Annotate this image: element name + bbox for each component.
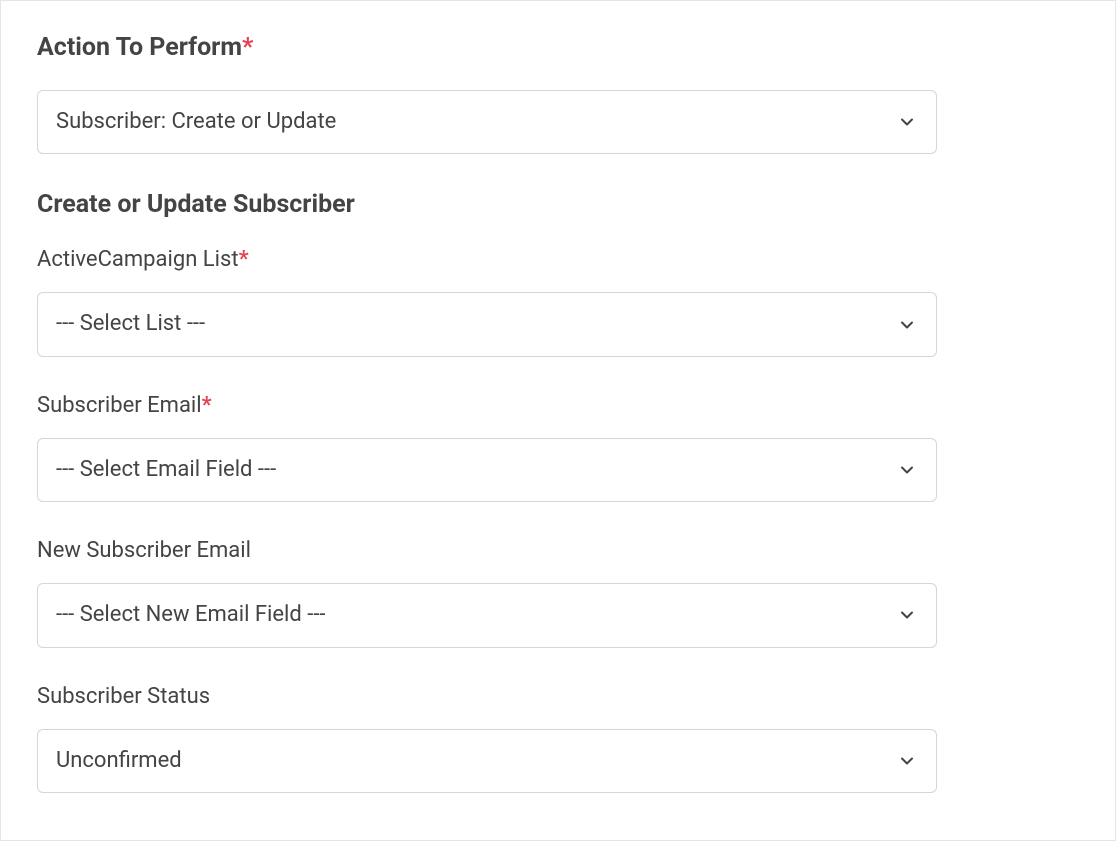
email-label: Subscriber Email*	[37, 393, 1079, 418]
email-label-text: Subscriber Email	[37, 393, 202, 418]
required-marker: *	[242, 33, 253, 62]
list-select[interactable]: --- Select List ---	[37, 292, 937, 356]
list-field-group: ActiveCampaign List* --- Select List ---	[37, 247, 1079, 356]
form-panel: Action To Perform* Subscriber: Create or…	[0, 0, 1116, 841]
status-select[interactable]: Unconfirmed	[37, 729, 937, 793]
list-select-wrap: --- Select List ---	[37, 292, 937, 356]
status-label: Subscriber Status	[37, 684, 1079, 709]
email-select[interactable]: --- Select Email Field ---	[37, 438, 937, 502]
status-field-group: Subscriber Status Unconfirmed	[37, 684, 1079, 793]
required-marker: *	[202, 393, 212, 418]
required-marker: *	[239, 247, 249, 272]
email-field-group: Subscriber Email* --- Select Email Field…	[37, 393, 1079, 502]
new-email-field-group: New Subscriber Email --- Select New Emai…	[37, 538, 1079, 647]
email-select-wrap: --- Select Email Field ---	[37, 438, 937, 502]
action-to-perform-heading: Action To Perform*	[37, 33, 1079, 62]
status-select-wrap: Unconfirmed	[37, 729, 937, 793]
new-email-label: New Subscriber Email	[37, 538, 1079, 563]
action-heading-text: Action To Perform	[37, 33, 242, 62]
new-email-select[interactable]: --- Select New Email Field ---	[37, 583, 937, 647]
action-select-wrap: Subscriber: Create or Update	[37, 90, 937, 154]
list-label-text: ActiveCampaign List	[37, 247, 239, 272]
create-or-update-heading: Create or Update Subscriber	[37, 190, 1079, 219]
action-select[interactable]: Subscriber: Create or Update	[37, 90, 937, 154]
new-email-select-wrap: --- Select New Email Field ---	[37, 583, 937, 647]
list-label: ActiveCampaign List*	[37, 247, 1079, 272]
